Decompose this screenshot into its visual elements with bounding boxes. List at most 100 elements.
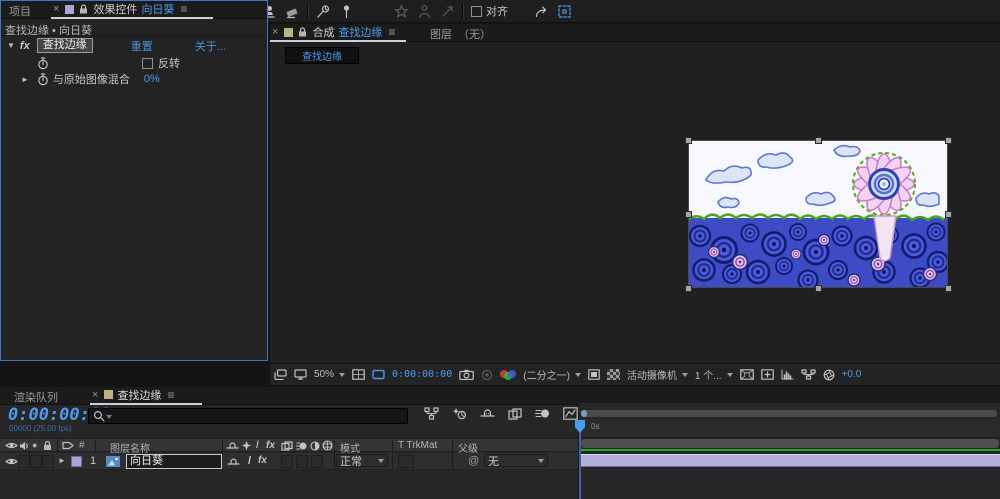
tab-render-queue[interactable]: 渲染队列 xyxy=(14,389,58,405)
selection-handle[interactable] xyxy=(945,137,952,144)
time-navigator-bar[interactable] xyxy=(581,410,997,417)
eraser-tool-icon[interactable] xyxy=(281,0,304,22)
selection-handle[interactable] xyxy=(815,137,822,144)
frame-blending-toggle-icon[interactable] xyxy=(508,407,522,420)
tab-close-icon[interactable]: × xyxy=(53,3,59,15)
lock-icon[interactable] xyxy=(78,3,89,15)
snapshot-camera-icon[interactable] xyxy=(459,369,475,380)
fx-column-icon[interactable]: fx xyxy=(266,440,275,451)
effect-reset-link[interactable]: 重置 xyxy=(131,38,153,54)
layer-expand-icon[interactable]: ► xyxy=(58,456,66,465)
label-column-icon[interactable] xyxy=(62,441,74,450)
layer-visibility-icon[interactable] xyxy=(5,457,18,466)
magnification-dropdown[interactable]: 50% xyxy=(314,369,346,380)
tab-effect-controls[interactable]: × 效果控件 向日葵 ≡ xyxy=(53,1,187,17)
draft-3d-icon[interactable] xyxy=(760,369,774,380)
resolution-dropdown[interactable]: (二分之一) xyxy=(523,367,581,382)
pixel-aspect-icon[interactable] xyxy=(781,369,794,380)
snap-toggle[interactable]: 对齐 xyxy=(471,3,508,19)
blend-expand-icon[interactable]: ► xyxy=(21,75,29,84)
target-region-icon[interactable] xyxy=(588,369,600,380)
roto-brush-tool-icon[interactable] xyxy=(312,0,335,22)
layer-parent-dropdown[interactable]: 无 xyxy=(484,454,548,468)
timeline-horizontal-scrollbar[interactable] xyxy=(581,439,999,448)
layer-row[interactable]: ► 1 向日葵 / fx 正常 @ 无 xyxy=(0,453,578,470)
search-options-icon[interactable] xyxy=(106,414,112,422)
selection-handle[interactable] xyxy=(815,285,822,292)
3d-layer-column-icon[interactable] xyxy=(322,440,333,451)
layer-label-color[interactable] xyxy=(71,456,82,467)
tab-layer[interactable]: 图层 （无） xyxy=(430,26,491,42)
view-layout-dropdown[interactable]: 1 个... xyxy=(695,367,733,382)
primary-viewer-icon[interactable] xyxy=(294,369,307,380)
fx-badge-icon[interactable]: fx xyxy=(20,40,30,52)
layer-mode-dropdown[interactable]: 正常 xyxy=(336,454,388,468)
panel-menu-icon[interactable]: ≡ xyxy=(167,388,174,402)
parent-pickwhip-icon[interactable]: @ xyxy=(468,455,479,467)
time-navigator-handle[interactable] xyxy=(581,410,587,417)
lock-column-icon[interactable] xyxy=(42,440,53,451)
workspace-icon[interactable] xyxy=(553,0,576,22)
tab-timeline-comp[interactable]: × 查找边缘 ≡ xyxy=(92,387,174,402)
panel-menu-icon[interactable]: ≡ xyxy=(388,25,395,39)
selection-handle[interactable] xyxy=(685,137,692,144)
search-field[interactable] xyxy=(88,408,408,424)
layer-lock-cell[interactable] xyxy=(42,455,54,468)
motion-blur-column-icon[interactable] xyxy=(296,441,307,451)
tab-project[interactable]: 项目 xyxy=(9,3,31,19)
grid-guides-icon[interactable] xyxy=(352,369,365,380)
panel-menu-icon[interactable]: ≡ xyxy=(180,2,187,16)
tab-close-icon[interactable]: × xyxy=(272,26,278,38)
quality-column-icon[interactable]: / xyxy=(256,440,259,451)
draft-3d-toggle-icon[interactable] xyxy=(452,407,467,420)
layer-shy-icon[interactable] xyxy=(227,457,240,467)
blend-value[interactable]: 0% xyxy=(144,73,160,85)
layer-switch-cell[interactable] xyxy=(281,455,293,468)
channel-icon[interactable] xyxy=(500,369,517,381)
transparency-grid-icon[interactable] xyxy=(606,369,620,380)
shy-toggle-icon[interactable] xyxy=(480,408,495,419)
selection-handle[interactable] xyxy=(945,211,952,218)
share-icon[interactable] xyxy=(530,0,553,22)
layer-switch-cell[interactable] xyxy=(311,455,323,468)
snap-checkbox[interactable] xyxy=(471,5,482,17)
effect-name-selected[interactable]: 查找边缘 xyxy=(36,38,93,53)
flowchart-icon[interactable] xyxy=(800,369,816,380)
perspective-view-icon[interactable] xyxy=(739,369,754,380)
graph-editor-icon[interactable] xyxy=(563,407,578,420)
stopwatch-icon[interactable] xyxy=(37,72,49,86)
shy-column-icon[interactable] xyxy=(226,441,239,451)
layer-switch-cell[interactable] xyxy=(296,455,308,468)
selection-handle[interactable] xyxy=(945,285,952,292)
frame-blend-column-icon[interactable] xyxy=(281,441,293,451)
layer-audio-cell[interactable] xyxy=(18,455,30,468)
active-camera-dropdown[interactable]: 活动摄像机 xyxy=(627,367,688,382)
layer-name-input[interactable]: 向日葵 xyxy=(126,454,222,469)
puppet-pin-tool-icon[interactable] xyxy=(335,0,358,22)
layer-solo-cell[interactable] xyxy=(30,455,42,468)
number-column-icon[interactable]: # xyxy=(79,440,85,451)
stopwatch-icon[interactable] xyxy=(37,56,49,70)
collapse-column-icon[interactable] xyxy=(241,440,252,451)
layer-duration-bar[interactable] xyxy=(579,454,1000,467)
adjustment-layer-column-icon[interactable] xyxy=(310,441,320,451)
layer-quality-icon[interactable]: / xyxy=(248,455,251,467)
motion-blur-toggle-icon[interactable] xyxy=(535,408,550,419)
mini-flowchart-icon[interactable] xyxy=(424,407,439,420)
composition-image[interactable] xyxy=(688,140,948,288)
effect-expand-icon[interactable]: ▼ xyxy=(7,41,15,50)
lock-icon[interactable] xyxy=(297,26,308,38)
layer-trkmat-cell[interactable] xyxy=(398,455,414,468)
trkmat-column[interactable]: T TrkMat xyxy=(398,440,437,451)
exposure-value[interactable]: +0.0 xyxy=(842,369,862,380)
tab-composition[interactable]: × 合成 查找边缘 ≡ xyxy=(272,24,395,40)
video-column-icon[interactable] xyxy=(5,441,18,450)
layer-fx-icon[interactable]: fx xyxy=(258,455,267,466)
selection-handle[interactable] xyxy=(685,285,692,292)
time-ruler[interactable]: 0s xyxy=(579,419,1000,438)
always-preview-icon[interactable] xyxy=(274,369,287,380)
solo-column-icon[interactable]: ● xyxy=(32,440,37,450)
comp-navigator-item[interactable]: 查找边缘 xyxy=(285,47,359,64)
effect-about-link[interactable]: 关于... xyxy=(195,38,226,54)
audio-column-icon[interactable] xyxy=(19,441,30,451)
